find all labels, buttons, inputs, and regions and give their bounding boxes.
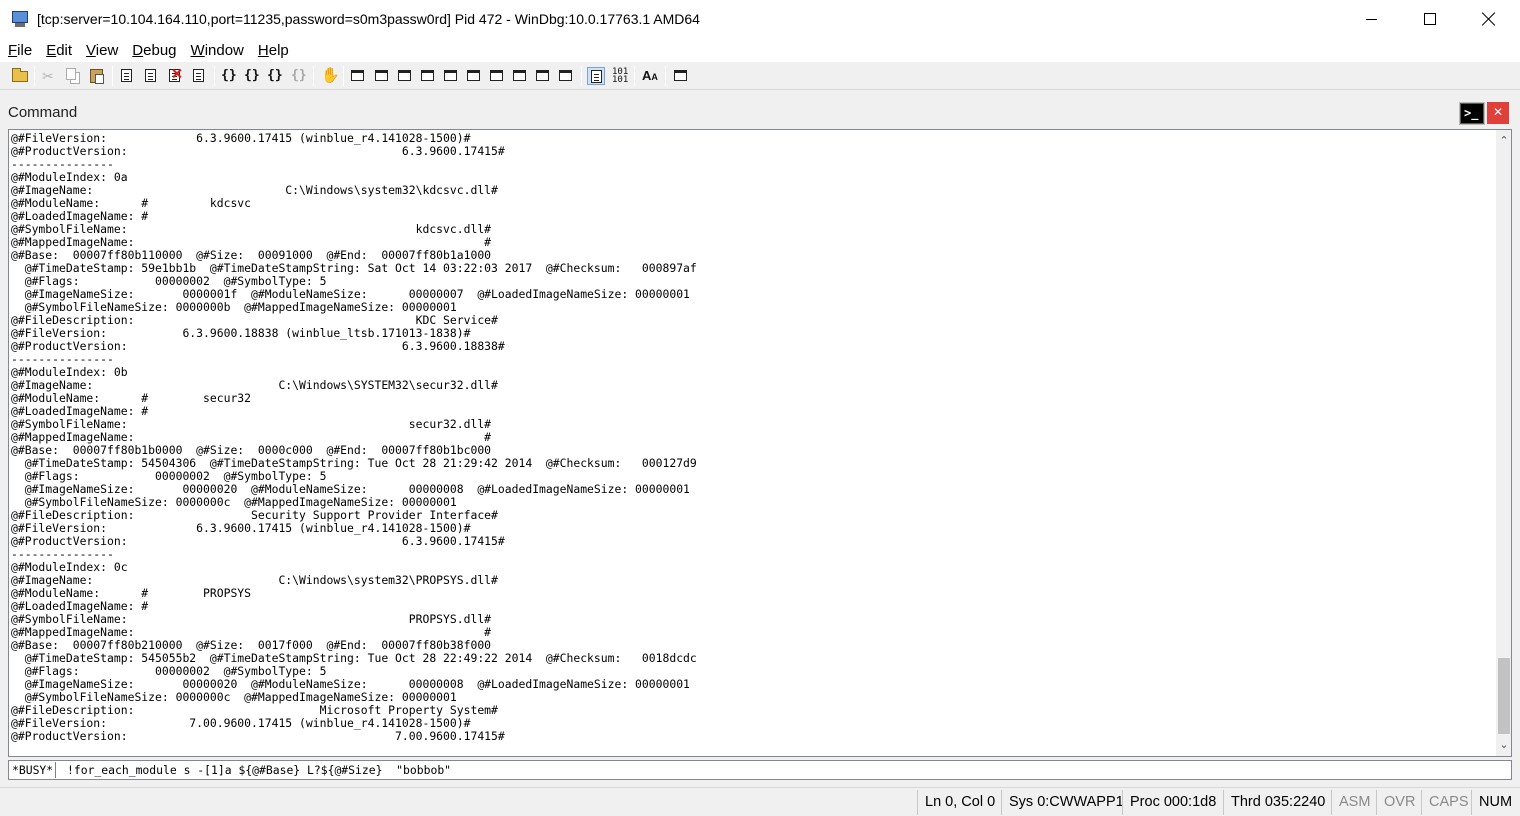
step-out-icon[interactable]: {} <box>266 67 284 85</box>
menu-edit[interactable]: Edit <box>46 42 72 59</box>
command-window-title: Command <box>8 104 78 121</box>
close-icon <box>1482 12 1496 26</box>
step-over-icon[interactable]: {} <box>243 67 261 85</box>
status-bar: Ln 0, Col 0 Sys 0:CWWAPP1 Proc 000:1d8 T… <box>0 787 1520 816</box>
status-thread: Thrd 035:2240 <box>1223 790 1325 815</box>
scratch-pad-icon[interactable] <box>511 67 529 85</box>
paste-icon[interactable] <box>88 67 106 85</box>
minimize-button[interactable] <box>1342 0 1400 38</box>
menu-window[interactable]: Window <box>191 42 244 59</box>
copy-icon[interactable] <box>64 67 82 85</box>
toolbar-separator <box>665 66 666 86</box>
menu-view[interactable]: View <box>86 42 118 59</box>
busy-indicator: *BUSY* <box>10 762 57 778</box>
options-icon[interactable] <box>672 67 690 85</box>
break-icon[interactable] <box>190 67 208 85</box>
status-line-col: Ln 0, Col 0 <box>917 790 995 815</box>
command-window-icon[interactable] <box>349 67 367 85</box>
command-output-text: @#FileVersion: 6.3.9600.17415 (winblue_r… <box>11 131 697 743</box>
window-title: [tcp:server=10.104.164.110,port=11235,pa… <box>37 11 700 27</box>
close-button[interactable] <box>1460 0 1518 38</box>
insert-breakpoint-icon[interactable]: ✋ <box>319 67 340 85</box>
command-browser-icon[interactable] <box>557 67 575 85</box>
disassembly-window-icon[interactable] <box>488 67 506 85</box>
menu-debug[interactable]: Debug <box>132 42 176 59</box>
toolbar-separator <box>581 66 582 86</box>
watch-window-icon[interactable] <box>373 67 391 85</box>
status-system: Sys 0:CWWAPP1 <box>1001 790 1124 815</box>
command-window-close-button[interactable]: ✕ <box>1487 102 1509 124</box>
maximize-button[interactable] <box>1401 0 1459 38</box>
menu-bar: File Edit View Debug Window Help <box>0 38 1520 62</box>
scroll-up-icon[interactable]: ⌃ <box>1496 134 1511 148</box>
command-prompt-icon[interactable]: >_ <box>1459 102 1485 125</box>
title-bar[interactable]: [tcp:server=10.104.164.110,port=11235,pa… <box>0 0 1520 38</box>
command-input-bar: *BUSY* <box>8 760 1512 780</box>
memory-window-icon[interactable] <box>442 67 460 85</box>
toolbar-separator <box>313 66 314 86</box>
hex-mode-icon[interactable]: 101 101 <box>611 67 629 85</box>
registers-window-icon[interactable] <box>419 67 437 85</box>
scrollbar-thumb[interactable] <box>1498 658 1510 734</box>
menu-file[interactable]: File <box>8 42 32 59</box>
toolbar-separator <box>343 66 344 86</box>
source-mode-icon[interactable] <box>587 67 605 85</box>
maximize-icon <box>1424 13 1436 25</box>
status-asm: ASM <box>1331 790 1370 815</box>
restart-icon[interactable] <box>142 67 160 85</box>
locals-window-icon[interactable] <box>396 67 414 85</box>
toolbar-separator <box>634 66 635 86</box>
minimize-icon <box>1365 18 1377 20</box>
scroll-down-icon[interactable]: ⌄ <box>1496 738 1511 752</box>
stop-debugging-icon[interactable] <box>166 67 184 85</box>
command-input[interactable] <box>67 762 1507 778</box>
command-window-header: Command <box>0 98 1520 128</box>
status-num: NUM <box>1471 790 1512 815</box>
menu-help[interactable]: Help <box>258 42 289 59</box>
close-icon: ✕ <box>1492 105 1504 119</box>
toolbar-separator <box>112 66 113 86</box>
go-icon[interactable] <box>118 67 136 85</box>
font-icon[interactable]: AA <box>641 67 659 85</box>
processes-threads-icon[interactable] <box>534 67 552 85</box>
open-folder-icon[interactable] <box>11 67 29 85</box>
step-into-icon[interactable]: {} <box>220 67 238 85</box>
run-to-cursor-icon: {} <box>291 68 307 83</box>
command-output-pane[interactable]: @#FileVersion: 6.3.9600.17415 (winblue_r… <box>8 129 1512 757</box>
toolbar-separator <box>34 66 35 86</box>
toolbar-separator <box>214 66 215 86</box>
status-ovr: OVR <box>1376 790 1415 815</box>
toolbar: ✂ {} {} {} {} ✋ 101 101 AA <box>0 62 1520 90</box>
cut-icon[interactable]: ✂ <box>40 67 58 85</box>
call-stack-window-icon[interactable] <box>465 67 483 85</box>
status-caps: CAPS <box>1421 790 1469 815</box>
status-process: Proc 000:1d8 <box>1122 790 1216 815</box>
windbg-app-icon[interactable] <box>11 10 29 28</box>
